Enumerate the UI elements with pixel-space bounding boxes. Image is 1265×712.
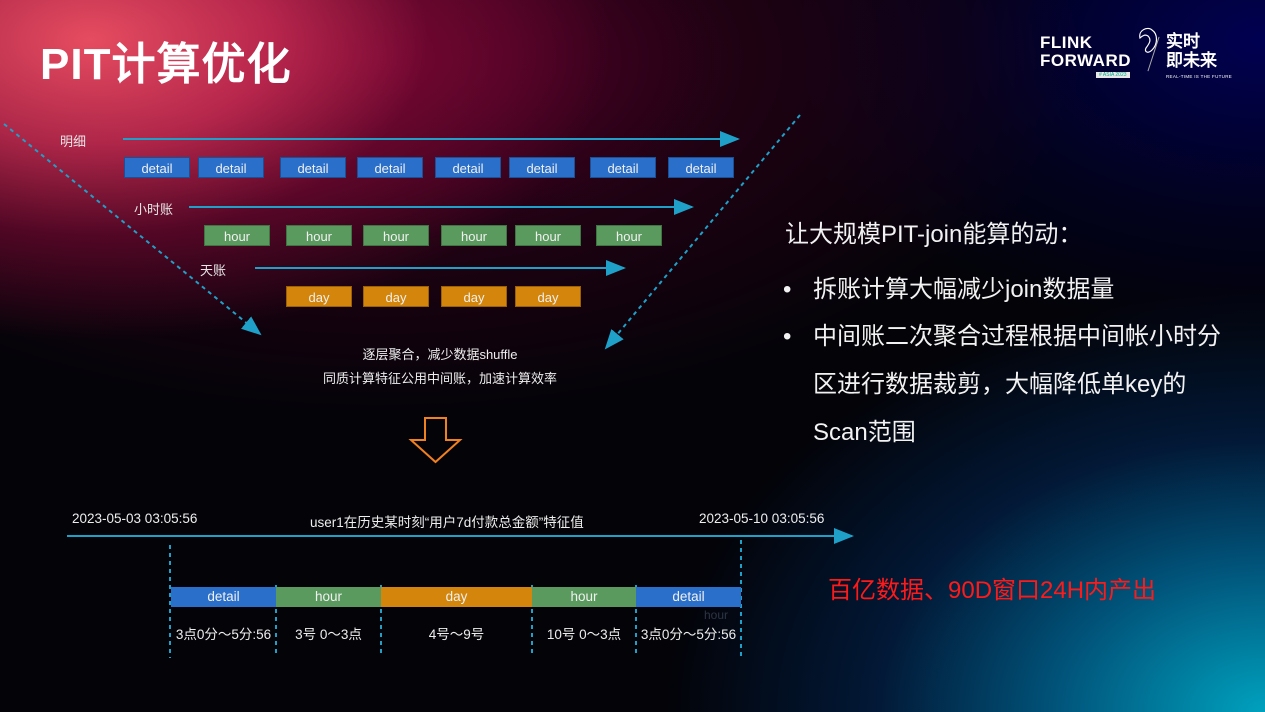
timeline-end: 2023-05-10 03:05:56 [699, 511, 825, 526]
bullet-2-line: Scan范围 [813, 419, 916, 446]
timeline-range-label: 3点0分～5分:56 [175, 627, 272, 642]
ghost-hour-label: hour [704, 608, 729, 622]
hour-block: hour [596, 225, 662, 246]
timeline-segment-hour: hour [532, 587, 636, 607]
level-label-day: 天账 [200, 263, 227, 278]
bullet-1-line: 拆账计算大幅减少join数据量 [813, 276, 1115, 303]
bullet-item-1: • 拆账计算大幅减少join数据量 [783, 266, 1115, 314]
timeline-title: user1在历史某时刻“用户7d付款总金额”特征值 [310, 515, 584, 530]
detail-block: detail [590, 157, 656, 178]
day-block: day [441, 286, 507, 307]
bullet-icon: • [783, 276, 792, 303]
timeline-range-label: 3点0分～5分:56 [640, 627, 737, 642]
hour-block: hour [515, 225, 581, 246]
detail-block: detail [280, 157, 346, 178]
timeline-range-label: 4号～9号 [428, 627, 485, 642]
diagram-caption-2: 同质计算特征公用中间账，加速计算效率 [322, 371, 557, 386]
detail-block: detail [198, 157, 264, 178]
bullet-icon: • [783, 323, 792, 350]
highlight-text: 百亿数据、90D窗口24H内产出 [828, 577, 1157, 604]
timeline-range-label: 10号 0～3点 [546, 627, 622, 642]
timeline-start: 2023-05-03 03:05:56 [72, 511, 198, 526]
detail-block: detail [124, 157, 190, 178]
detail-block: detail [668, 157, 734, 178]
bullet-2-line: 中间账二次聚合过程根据中间帐小时分 [813, 323, 1221, 350]
timeline-segment-hour: hour [276, 587, 381, 607]
detail-block: detail [509, 157, 575, 178]
diagram-caption-1: 逐层聚合，减少数据shuffle [362, 347, 518, 362]
timeline-segment-detail: detail [636, 587, 741, 607]
level-label-hour: 小时账 [134, 202, 174, 217]
detail-block: detail [357, 157, 423, 178]
hour-block: hour [204, 225, 270, 246]
day-block: day [515, 286, 581, 307]
timeline-segment-day: day [381, 587, 532, 607]
hour-block: hour [363, 225, 429, 246]
detail-block: detail [435, 157, 501, 178]
timeline-segment-detail: detail [171, 587, 276, 607]
hour-block: hour [286, 225, 352, 246]
hour-block: hour [441, 225, 507, 246]
level-label-detail: 明细 [60, 134, 87, 149]
day-block: day [286, 286, 352, 307]
bullet-item-2: • 中间账二次聚合过程根据中间帐小时分 区进行数据裁剪，大幅降低单key的 Sc… [783, 313, 1221, 457]
right-panel-heading: 让大规模PIT-join能算的动： [785, 221, 1083, 248]
timeline-range-label: 3号 0～3点 [295, 627, 362, 642]
bullet-2-line: 区进行数据裁剪，大幅降低单key的 [813, 371, 1187, 398]
down-arrow-icon [408, 417, 463, 464]
day-block: day [363, 286, 429, 307]
